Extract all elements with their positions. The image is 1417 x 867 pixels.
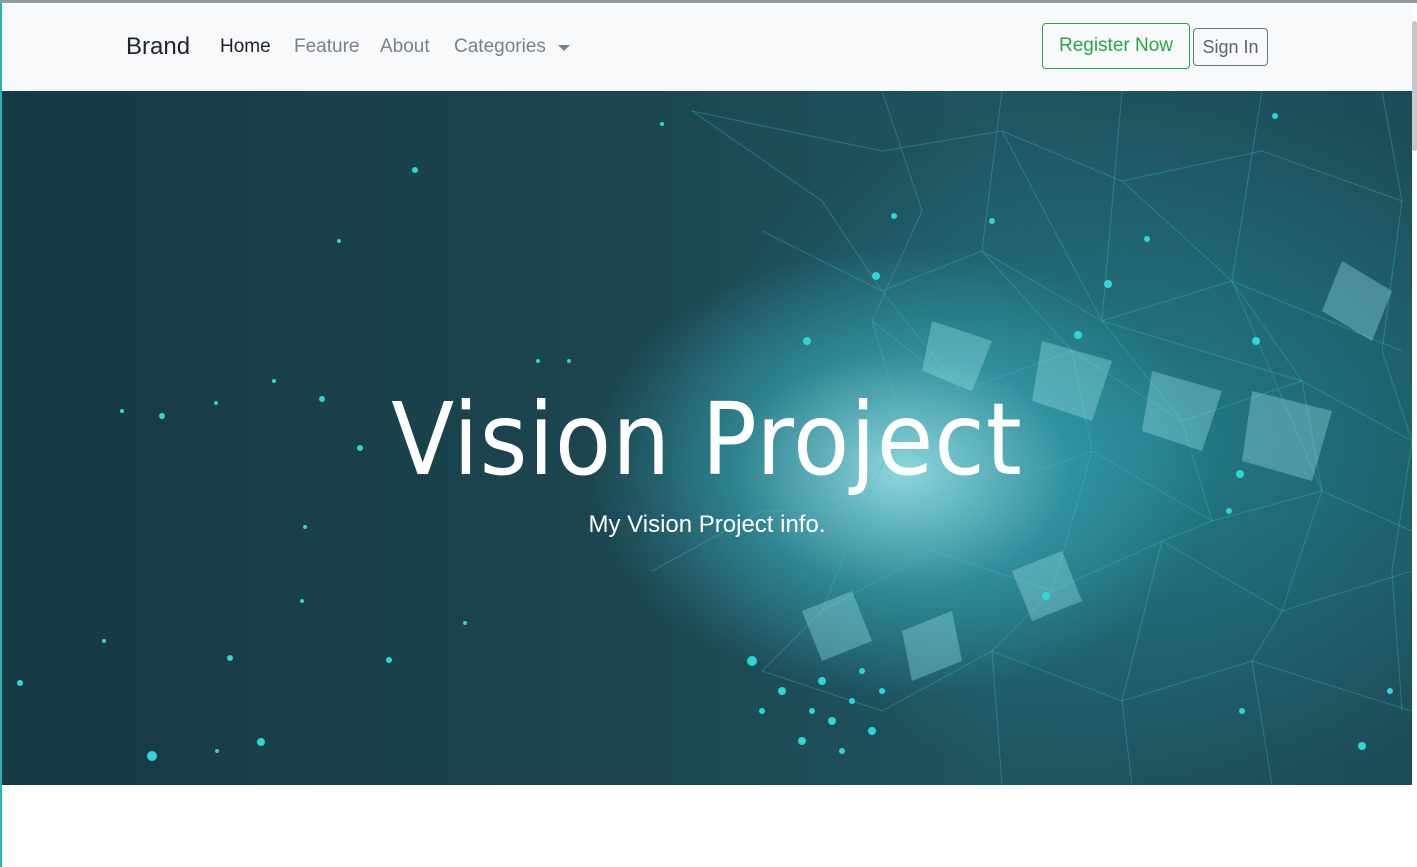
nav-home-link[interactable]: Home	[220, 36, 271, 58]
brand-link[interactable]: Brand	[126, 33, 190, 61]
hero-title: Vision Project	[391, 381, 1023, 498]
hero-banner: Vision Project My Vision Project info.	[2, 91, 1412, 785]
caret-down-icon[interactable]	[558, 45, 570, 51]
scrollbar-thumb[interactable]	[1412, 21, 1417, 151]
nav-feature-link[interactable]: Feature	[294, 36, 359, 58]
nav-about-link[interactable]: About	[380, 36, 430, 58]
register-now-button[interactable]: Register Now	[1042, 23, 1190, 69]
nav-categories-dropdown[interactable]: Categories	[454, 36, 546, 58]
vertical-scrollbar[interactable]	[1412, 3, 1417, 867]
hero-subtitle: My Vision Project info.	[588, 511, 826, 538]
sign-in-button[interactable]: Sign In	[1193, 28, 1268, 66]
navbar: Brand Home Feature About Categories Regi…	[2, 3, 1412, 91]
